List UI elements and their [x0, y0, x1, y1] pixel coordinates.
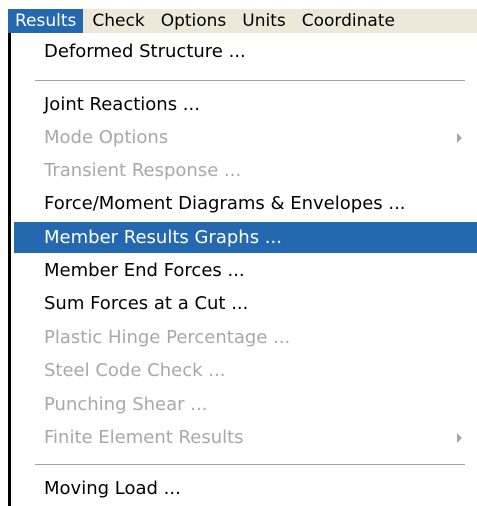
menu-item-moving-load[interactable]: Moving Load ...: [14, 474, 465, 503]
menu-item-steel-code-check[interactable]: Steel Code Check ...: [14, 356, 465, 385]
menu-item-punching-shear[interactable]: Punching Shear ...: [14, 390, 465, 419]
menu-item-finite-element-results[interactable]: Finite Element Results: [14, 423, 465, 452]
submenu-arrow-icon: [457, 433, 462, 443]
menu-separator: [35, 80, 465, 82]
menu-item-label: Finite Element Results: [44, 427, 244, 448]
submenu-arrow-icon: [457, 133, 462, 143]
results-dropdown-menu: Deformed Structure ... Joint Reactions .…: [8, 33, 477, 506]
menu-item-force-moment-diagrams[interactable]: Force/Moment Diagrams & Envelopes ...: [14, 189, 465, 218]
menu-coordinate[interactable]: Coordinate: [295, 9, 402, 33]
menu-item-deformed-structure[interactable]: Deformed Structure ...: [14, 37, 465, 66]
menu-separator: [35, 464, 465, 466]
menu-units[interactable]: Units: [235, 9, 292, 33]
menu-check[interactable]: Check: [85, 9, 151, 33]
menu-item-sum-forces-at-cut[interactable]: Sum Forces at a Cut ...: [14, 289, 465, 318]
menu-item-plastic-hinge-percentage[interactable]: Plastic Hinge Percentage ...: [14, 323, 465, 352]
menu-item-joint-reactions[interactable]: Joint Reactions ...: [14, 90, 465, 119]
menu-item-member-end-forces[interactable]: Member End Forces ...: [14, 256, 465, 285]
menu-item-member-results-graphs[interactable]: Member Results Graphs ...: [14, 222, 477, 253]
menu-results[interactable]: Results: [8, 9, 84, 33]
menu-item-label: Mode Options: [44, 127, 169, 148]
menu-item-transient-response[interactable]: Transient Response ...: [14, 156, 465, 185]
menu-item-mode-options[interactable]: Mode Options: [14, 123, 465, 152]
menu-bar: Results Check Options Units Coordinate: [8, 9, 477, 33]
menu-options[interactable]: Options: [154, 9, 234, 33]
